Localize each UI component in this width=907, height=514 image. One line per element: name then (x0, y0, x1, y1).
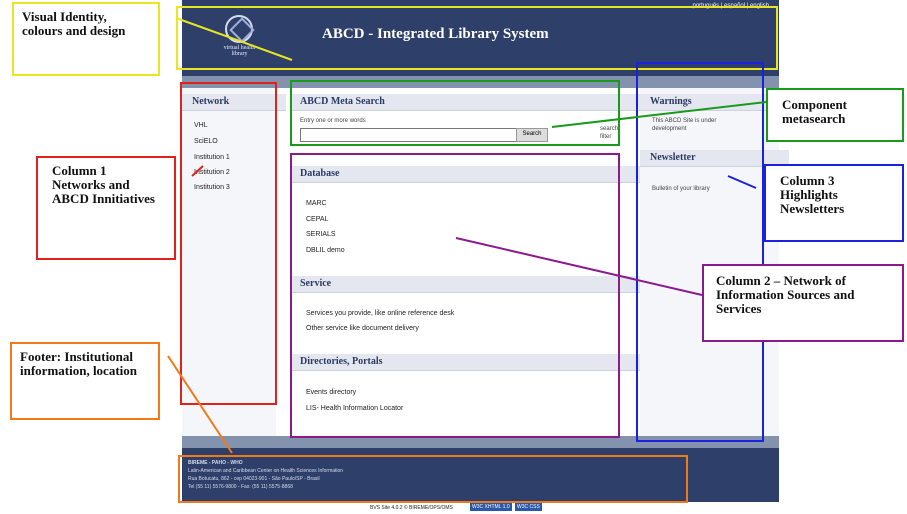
footer-connector (167, 355, 233, 454)
column2-callout: Column 2 – Network of Information Source… (702, 264, 904, 342)
column3-connector (727, 175, 757, 189)
visual-identity-connector (175, 17, 293, 61)
visual-identity-callout: Visual Identity, colours and design (12, 2, 160, 76)
column2-connector (455, 237, 703, 296)
column3-callout: Column 3 Highlights Newsletters (764, 164, 904, 242)
column1-callout: Column 1 Networks and ABCD Innitiatives (36, 156, 176, 260)
metasearch-connector (551, 101, 767, 128)
metasearch-callout: Component metasearch (766, 88, 904, 142)
footer-callout: Footer: Institutional information, locat… (10, 342, 160, 420)
column1-connector (191, 165, 204, 177)
